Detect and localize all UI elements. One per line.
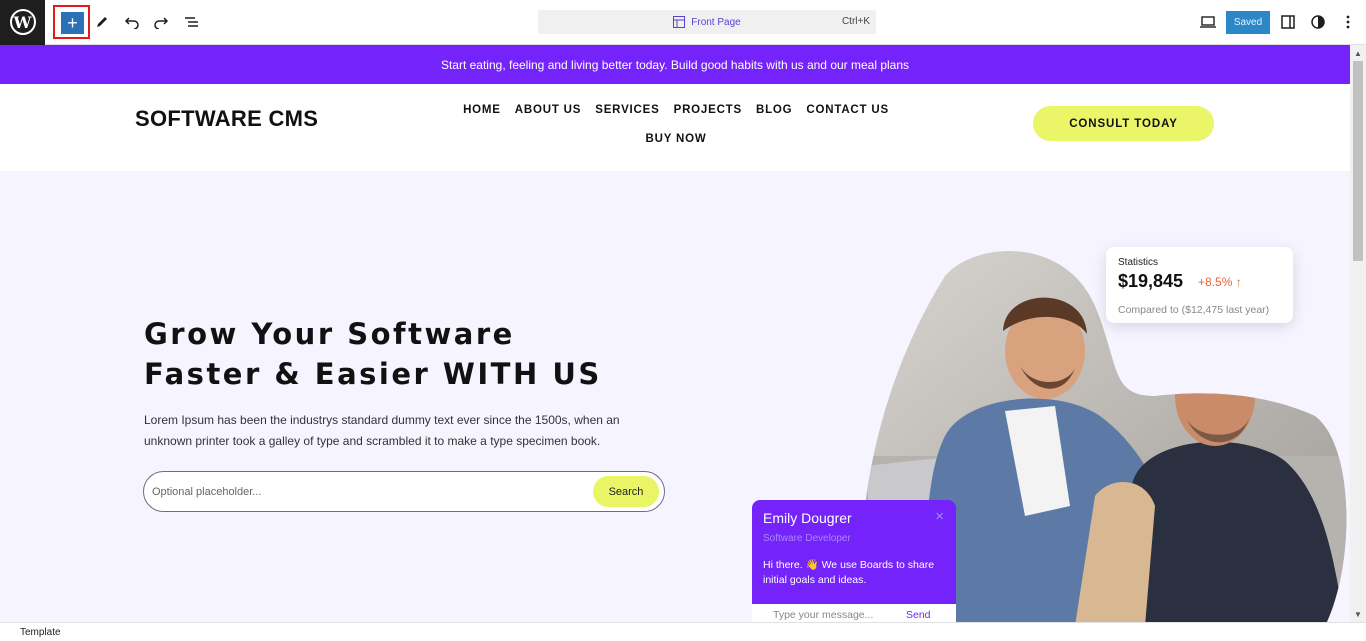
promo-banner: Start eating, feeling and living better … <box>0 45 1350 84</box>
chat-input-row: Type your message... Send <box>752 604 956 622</box>
search-input[interactable] <box>150 476 586 507</box>
chat-message-input[interactable]: Type your message... <box>773 609 873 621</box>
options-button[interactable] <box>1334 8 1362 36</box>
hero-description-line-1: Lorem Ipsum has been the industrys stand… <box>144 413 620 427</box>
consult-today-button[interactable]: CONSULT TODAY <box>1033 106 1214 141</box>
nav-item-blog[interactable]: BLOG <box>756 96 792 125</box>
close-icon[interactable]: × <box>935 508 944 525</box>
desktop-icon <box>1200 16 1216 28</box>
hero-search-form: Search <box>143 471 665 512</box>
wordpress-icon: W <box>9 9 36 35</box>
statistics-compare: Compared to ($12,475 last year) <box>1118 304 1270 316</box>
arrow-up-icon: ↑ <box>1235 275 1242 289</box>
site-navigation: HOME ABOUT US SERVICES PROJECTS BLOG CONTACT … <box>426 96 926 154</box>
command-shortcut: Ctrl+K <box>841 16 870 27</box>
more-vertical-icon <box>1346 15 1350 29</box>
statistics-card: Statistics $19,845 +8.5% ↑ Compared to (… <box>1106 247 1293 323</box>
hero-title-line-2: Faster & Easier WITH US <box>144 357 602 391</box>
statistics-change-text: +8.5% <box>1198 275 1233 289</box>
chat-contact-name: Emily Dougrer <box>763 510 852 526</box>
breadcrumb-template[interactable]: Template <box>20 627 61 638</box>
nav-item-projects[interactable]: PROJECTS <box>674 96 742 125</box>
document-title-text: Front Page <box>691 16 741 28</box>
statistics-change: +8.5% ↑ <box>1198 275 1242 289</box>
contrast-icon <box>1311 15 1325 29</box>
statistics-value: $19,845 <box>1118 271 1184 291</box>
nav-item-contact-us[interactable]: CONTACT US <box>806 96 889 125</box>
hero-title[interactable]: Grow Your Software Faster & Easier WITH … <box>144 314 602 394</box>
statistics-label: Statistics <box>1118 257 1159 268</box>
command-palette-bar[interactable]: Front Page Ctrl+K <box>538 10 876 34</box>
hero-description[interactable]: Lorem Ipsum has been the industrys stand… <box>144 410 644 452</box>
device-preview-button[interactable] <box>1194 8 1222 36</box>
list-view-icon <box>185 17 198 27</box>
tools-button[interactable] <box>88 8 116 36</box>
editor-breadcrumb-bar: Template <box>0 622 1366 641</box>
editor-canvas[interactable]: Start eating, feeling and living better … <box>0 45 1350 622</box>
hero-title-line-1: Grow Your Software <box>144 317 515 351</box>
nav-item-services[interactable]: SERVICES <box>595 96 659 125</box>
chat-message: Hi there. 👋 We use Boards to share initi… <box>763 559 935 586</box>
template-icon <box>673 16 686 28</box>
scroll-up-icon[interactable]: ▲ <box>1354 49 1362 58</box>
site-title[interactable]: SOFTWARE CMS <box>135 106 318 132</box>
settings-panel-button[interactable] <box>1274 8 1302 36</box>
wordpress-logo-button[interactable]: W <box>0 0 45 45</box>
nav-item-home[interactable]: HOME <box>463 96 501 125</box>
add-block-button[interactable]: + <box>61 12 84 34</box>
styles-button[interactable] <box>1304 8 1332 36</box>
hero-description-line-2: unknown printer took a galley of type an… <box>144 434 601 448</box>
pencil-icon <box>97 17 107 27</box>
redo-icon <box>154 17 169 29</box>
hero-section: Grow Your Software Faster & Easier WITH … <box>0 171 1350 622</box>
chat-send-button[interactable]: Send <box>906 609 931 621</box>
document-title: Front Page <box>538 10 876 34</box>
search-button[interactable]: Search <box>593 476 659 507</box>
redo-button[interactable] <box>147 8 175 36</box>
undo-button[interactable] <box>118 8 146 36</box>
scroll-down-icon[interactable]: ▼ <box>1354 610 1362 619</box>
document-overview-button[interactable] <box>178 8 206 36</box>
nav-item-buy-now[interactable]: BUY NOW <box>646 125 707 154</box>
canvas-scrollbar[interactable]: ▲ ▼ <box>1350 45 1366 622</box>
undo-icon <box>124 17 139 29</box>
chat-contact-role: Software Developer <box>763 533 851 544</box>
sidebar-icon <box>1281 15 1295 29</box>
editor-toolbar: W + Front Page Ctrl+K Saved <box>0 0 1366 45</box>
scrollbar-thumb[interactable] <box>1353 61 1363 261</box>
saved-button[interactable]: Saved <box>1226 11 1270 34</box>
add-block-highlight: + <box>53 5 90 39</box>
site-header: SOFTWARE CMS HOME ABOUT US SERVICES PROJECT… <box>0 84 1350 171</box>
nav-item-about-us[interactable]: ABOUT US <box>515 96 581 125</box>
